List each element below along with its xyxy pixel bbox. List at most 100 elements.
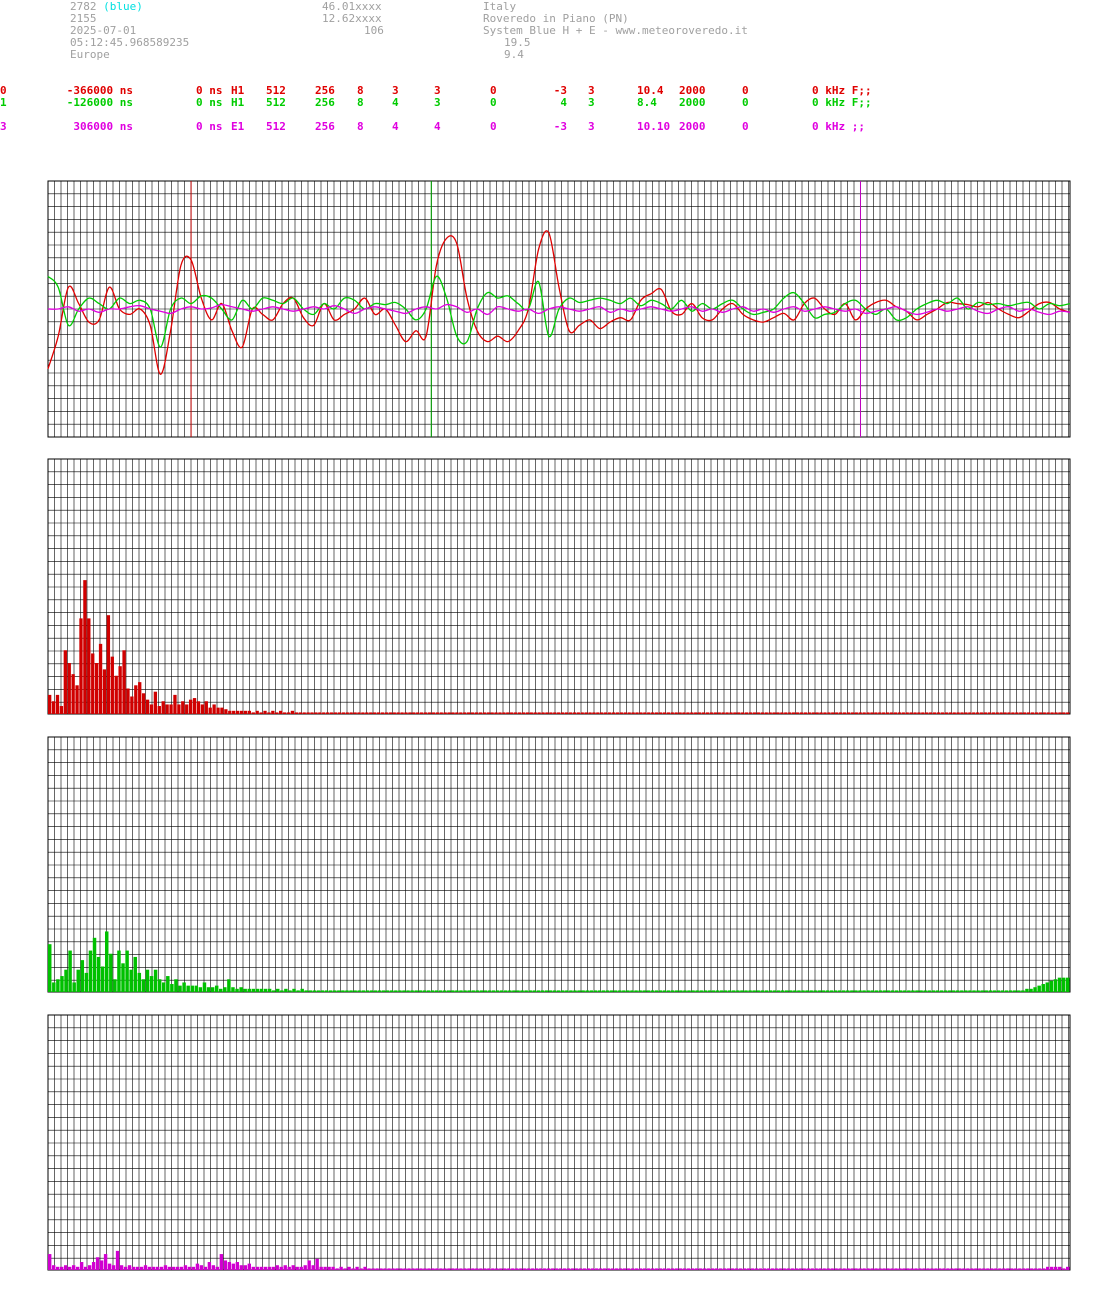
spectrum-2-bar [1053,979,1058,992]
spectrum-2-bar [756,990,760,992]
spectrum-2-bar [630,990,634,992]
spectrum-1-bar [349,712,353,714]
spectrum-2-bar [992,990,997,992]
spectrum-3-bar [1046,1266,1050,1270]
spectrum-1-bar [929,712,933,714]
spectrum-3-bar [786,1268,790,1270]
spectrum-3-bar [1066,1266,1070,1270]
spectrum-2-bar [385,990,390,992]
spectrum-1-bar [780,712,784,714]
spectrum-3-bar [882,1268,886,1270]
spectrum-1-bar [157,706,161,714]
spectrum-3-bar [846,1268,850,1270]
spectrum-2-bar [703,990,708,992]
spectrum-2-bar [768,990,773,992]
spectrum-2-bar [451,990,455,992]
spectrum-1-bar [376,712,381,714]
spectrum-2-bar [593,990,598,992]
spectrum-1-bar [795,712,800,714]
spectrum-2-bar [935,990,940,992]
spectrum-1-bar [486,712,490,714]
spectrum-3-bar [67,1266,72,1270]
spectrum-2-bar [271,990,276,992]
grid-panel-3 [47,736,1070,992]
spectrum-3-bar [87,1265,92,1270]
spectrum-2-bar [56,979,60,992]
spectrum-3-bar [311,1265,315,1270]
spectrum-3-bar [535,1268,539,1270]
spectrum-2-bar [479,990,484,992]
spectrum-1-bar [838,712,843,714]
spectrum-3-bar [974,1268,978,1270]
spectrum-1-bar [533,712,537,714]
spectrum-3-bar [1062,1268,1066,1270]
spectrum-2-bar [267,988,272,992]
spectrum-2-bar [68,950,72,992]
spectrum-3-bar [670,1268,675,1270]
spectrum-1-bar [791,712,796,714]
spectrum-2-bar [662,990,667,992]
spectrum-2-bar [377,990,382,992]
spectrum-3-bar [934,1268,938,1270]
spectrum-2-bar [455,990,459,992]
spectrum-1-bar [948,712,952,714]
spectrum-3-bar [183,1265,188,1270]
spectrum-3-bar [403,1268,407,1270]
spectrum-1-bar [361,712,365,714]
spectrum-3-bar [327,1266,331,1270]
spectrum-2-bar [1033,987,1037,992]
spectrum-1-bar [615,712,620,714]
spectrum-3-bar [48,1254,52,1270]
spectrum-1-bar [255,710,259,714]
spectrum-1-bar [580,712,584,714]
spectrum-3-bar [495,1268,499,1270]
spectrum-3-bar [343,1268,347,1270]
spectrum-1-bar [259,712,263,714]
spectrum-2-bar [149,976,154,992]
spectrum-1-bar [976,712,980,714]
spectrum-2-bar [1013,990,1017,992]
spectrum-1-bar [631,712,635,714]
spectrum-3-bar [642,1268,647,1270]
spectrum-2-bar [100,966,105,992]
spectrum-3-bar [822,1268,826,1270]
spectrum-3-bar [175,1266,180,1270]
spectrum-3-bar [375,1268,379,1270]
spectrum-2-bar [406,990,410,992]
spectrum-2-bar [1065,977,1070,992]
spectrum-3-bar [271,1266,275,1270]
spectrum-3-bar [507,1268,511,1270]
spectrum-2-bar [915,990,919,992]
spectrum-1-bar [635,712,639,714]
spectrum-3-bar [926,1268,930,1270]
spectrum-2-bar [752,990,756,992]
spectrum-2-bar [145,969,150,992]
spectrum-1-bar [279,710,283,714]
spectrum-1-bar [979,712,984,714]
spectrum-2-bar [64,969,68,992]
spectrum-2-bar [939,990,944,992]
spectrum-1-bar [75,685,79,714]
spectrum-3-bar [443,1268,447,1270]
spectrum-3-bar [714,1268,719,1270]
spectrum-2-bar [675,990,679,992]
spectrum-1-bar [326,712,330,714]
spectrum-2-bar [772,990,777,992]
spectrum-1-bar [169,704,173,714]
spectrum-3-bar [682,1268,687,1270]
spectrum-3-bar [698,1268,703,1270]
spectrum-1-bar [341,712,345,714]
spectrum-3-bar [427,1268,431,1270]
spectrum-1-bar [529,712,533,714]
spectrum-3-bar [551,1268,555,1270]
spectrum-3-bar [299,1266,303,1270]
spectrum-1-bar [271,710,275,714]
spectrum-2-bar [174,979,178,992]
spectrum-3-bar [702,1268,707,1270]
spectrum-3-bar [203,1266,208,1270]
spectrum-2-bar [638,990,642,992]
spectrum-1-bar [651,712,655,714]
spectrum-2-bar [442,990,447,992]
spectrum-2-bar [276,988,280,992]
spectrum-3-bar [363,1266,367,1270]
